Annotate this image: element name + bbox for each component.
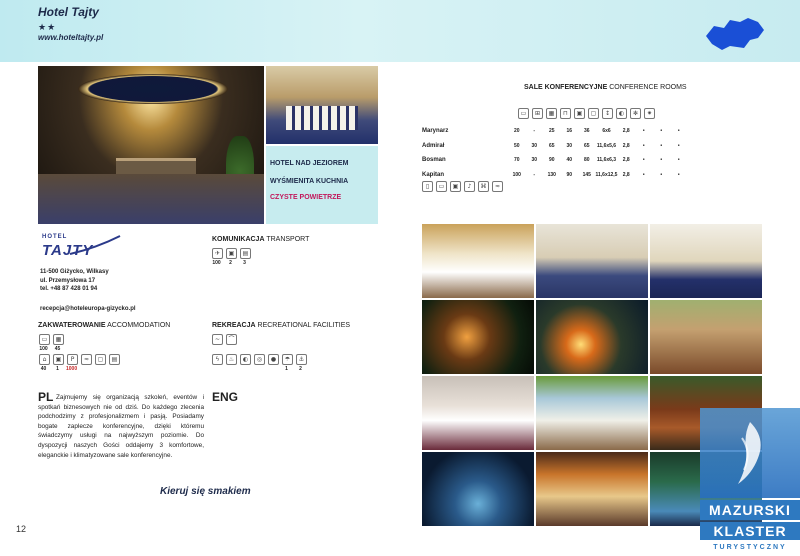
projector-icon: ▣	[450, 181, 461, 192]
eng-heading: ENG	[212, 390, 239, 404]
table-row: Bosman 70 30 90 40 80 11,6x6,3 2,8 • • •	[422, 157, 680, 164]
fishing-icon: ⚓	[296, 354, 307, 365]
recreation-icons-row1: ~ ⌒	[212, 334, 237, 345]
table-row: Admirał 50 30 65 30 65 11,6x5,6 2,8 • • •	[422, 142, 680, 149]
lake-night-photo	[422, 452, 534, 526]
apartment-icon: ⌂	[39, 354, 50, 365]
banquet-hall-photo	[422, 224, 534, 298]
screen-icon: ▭	[436, 181, 447, 192]
conference-heading: SALE KONFERENCYJNE CONFERENCE ROOMS	[524, 84, 687, 91]
table-row: Kapitan 100-130 90 145 11,6x12,5 2,8 • • •	[422, 171, 680, 178]
hotel-logo: HOTEL TAJTY	[40, 232, 121, 264]
accommodation-icons-row1: ▭ ▦	[39, 334, 64, 345]
transport-values: 100 2 3	[212, 260, 246, 266]
billiards-icon: ●	[268, 354, 279, 365]
page-number: 12	[16, 524, 27, 534]
plane-icon: ✈	[212, 248, 223, 259]
aircon-icon: ✻	[630, 108, 641, 119]
bar-photo	[650, 300, 762, 374]
internet-icon: ⌘	[478, 181, 489, 192]
hotel-email[interactable]: recepcja@hoteleuropa-gizycko.pl	[40, 306, 136, 312]
parking-icon: P	[67, 354, 78, 365]
recreation-values: 12	[285, 366, 302, 372]
blackout-icon: ✷	[644, 108, 655, 119]
wifi-icon: ≈	[81, 354, 92, 365]
conference-equipment-icons: ▯ ▭ ▣ ♪ ⌘ ≈	[422, 181, 503, 192]
conference-classroom-photo	[650, 224, 762, 298]
recreation-icons-row2: ϟ ♨ ◐ ◎ ● ☂ ⚓	[212, 354, 307, 365]
hotel-name: Hotel Tajty	[38, 5, 99, 19]
hotel-address: 11-500 Giżycko, Wilkasy ul. Przemysłowa …	[40, 269, 109, 292]
bonfire-photo	[536, 300, 648, 374]
conference-room-photo	[266, 66, 378, 144]
feature-air: CZYSTE POWIETRZE	[270, 194, 342, 201]
restaurant-terrace-photo	[536, 452, 648, 526]
dimensions-icon: ▢	[588, 108, 599, 119]
accommodation-heading: ZAKWATEROWANIE ACCOMMODATION	[38, 322, 171, 329]
bike-icon: ◎	[254, 354, 265, 365]
restaurant-icon: ▤	[109, 354, 120, 365]
bus-icon: ▤	[240, 248, 251, 259]
area-icon: ▭	[518, 108, 529, 119]
terrace-night-photo	[422, 300, 534, 374]
flipchart-icon: ▯	[422, 181, 433, 192]
lobby-photo	[38, 66, 264, 224]
conference-u-shape-photo	[536, 224, 648, 298]
beach-icon: ☂	[282, 354, 293, 365]
train-icon: ▣	[226, 248, 237, 259]
accommodation-icons-row2: ⌂ ▣ P ≈ ▢ ▤	[39, 354, 120, 365]
hotel-website[interactable]: www.hoteltajty.pl	[38, 33, 103, 42]
tv-icon: ▢	[95, 354, 106, 365]
region-map-icon	[706, 18, 764, 50]
slogan: Kieruj się smakiem	[160, 486, 251, 497]
wifi-icon: ≈	[492, 181, 503, 192]
logo-swoosh-icon	[69, 235, 121, 255]
sauna-icon: ♨	[226, 354, 237, 365]
hotel-room-photo	[422, 376, 534, 450]
sound-icon: ♪	[464, 181, 475, 192]
fitness-icon: ϟ	[212, 354, 223, 365]
conference-header-icons: ▭ ⊞ ▦ ⊓ ▣ ▢ ↕ ◐ ✻ ✷	[518, 108, 655, 119]
transport-heading: KOMUNIKACJA TRANSPORT	[212, 236, 310, 243]
kayak-icon: ⌒	[226, 334, 237, 345]
accommodation-values-row1: 100 45	[39, 346, 61, 352]
suite-icon: ▣	[53, 354, 64, 365]
room-icon: ▦	[53, 334, 64, 345]
tennis-icon: ◐	[240, 354, 251, 365]
transport-icons: ✈ ▣ ▤	[212, 248, 251, 259]
table-row: Marynarz 20-25 16 36 6x6 2,8 • • •	[422, 128, 680, 135]
header-band	[0, 0, 800, 62]
recreation-heading: REKREACJA RECREATIONAL FACILITIES	[212, 322, 351, 329]
daylight-icon: ◐	[616, 108, 627, 119]
mazurski-klaster-badge: MAZURSKI KLASTER TURYSTYCZNY	[700, 408, 800, 556]
conference-table: Marynarz 20-25 16 36 6x6 2,8 • • • Admirał 50 30…	[422, 124, 687, 182]
hotel-stars: ★★	[38, 22, 57, 32]
accommodation-values-row2: 40 1 1000	[40, 366, 78, 372]
feature-lake: HOTEL NAD JEZIOREM	[270, 160, 349, 167]
theatre-icon: ⊞	[532, 108, 543, 119]
classroom-icon: ▦	[546, 108, 557, 119]
banquet-icon: ▣	[574, 108, 585, 119]
pl-description: Zajmujemy się organizacją szkoleń, event…	[38, 394, 204, 459]
bed-icon: ▭	[39, 334, 50, 345]
swimming-icon: ~	[212, 334, 223, 345]
height-icon: ↕	[602, 108, 613, 119]
u-shape-icon: ⊓	[560, 108, 571, 119]
features-box: HOTEL NAD JEZIOREM WYŚMIENITA KUCHNIA CZ…	[266, 146, 378, 224]
wing-icon	[738, 422, 761, 484]
dining-view-photo	[536, 376, 648, 450]
feature-cuisine: WYŚMIENITA KUCHNIA	[270, 178, 349, 185]
